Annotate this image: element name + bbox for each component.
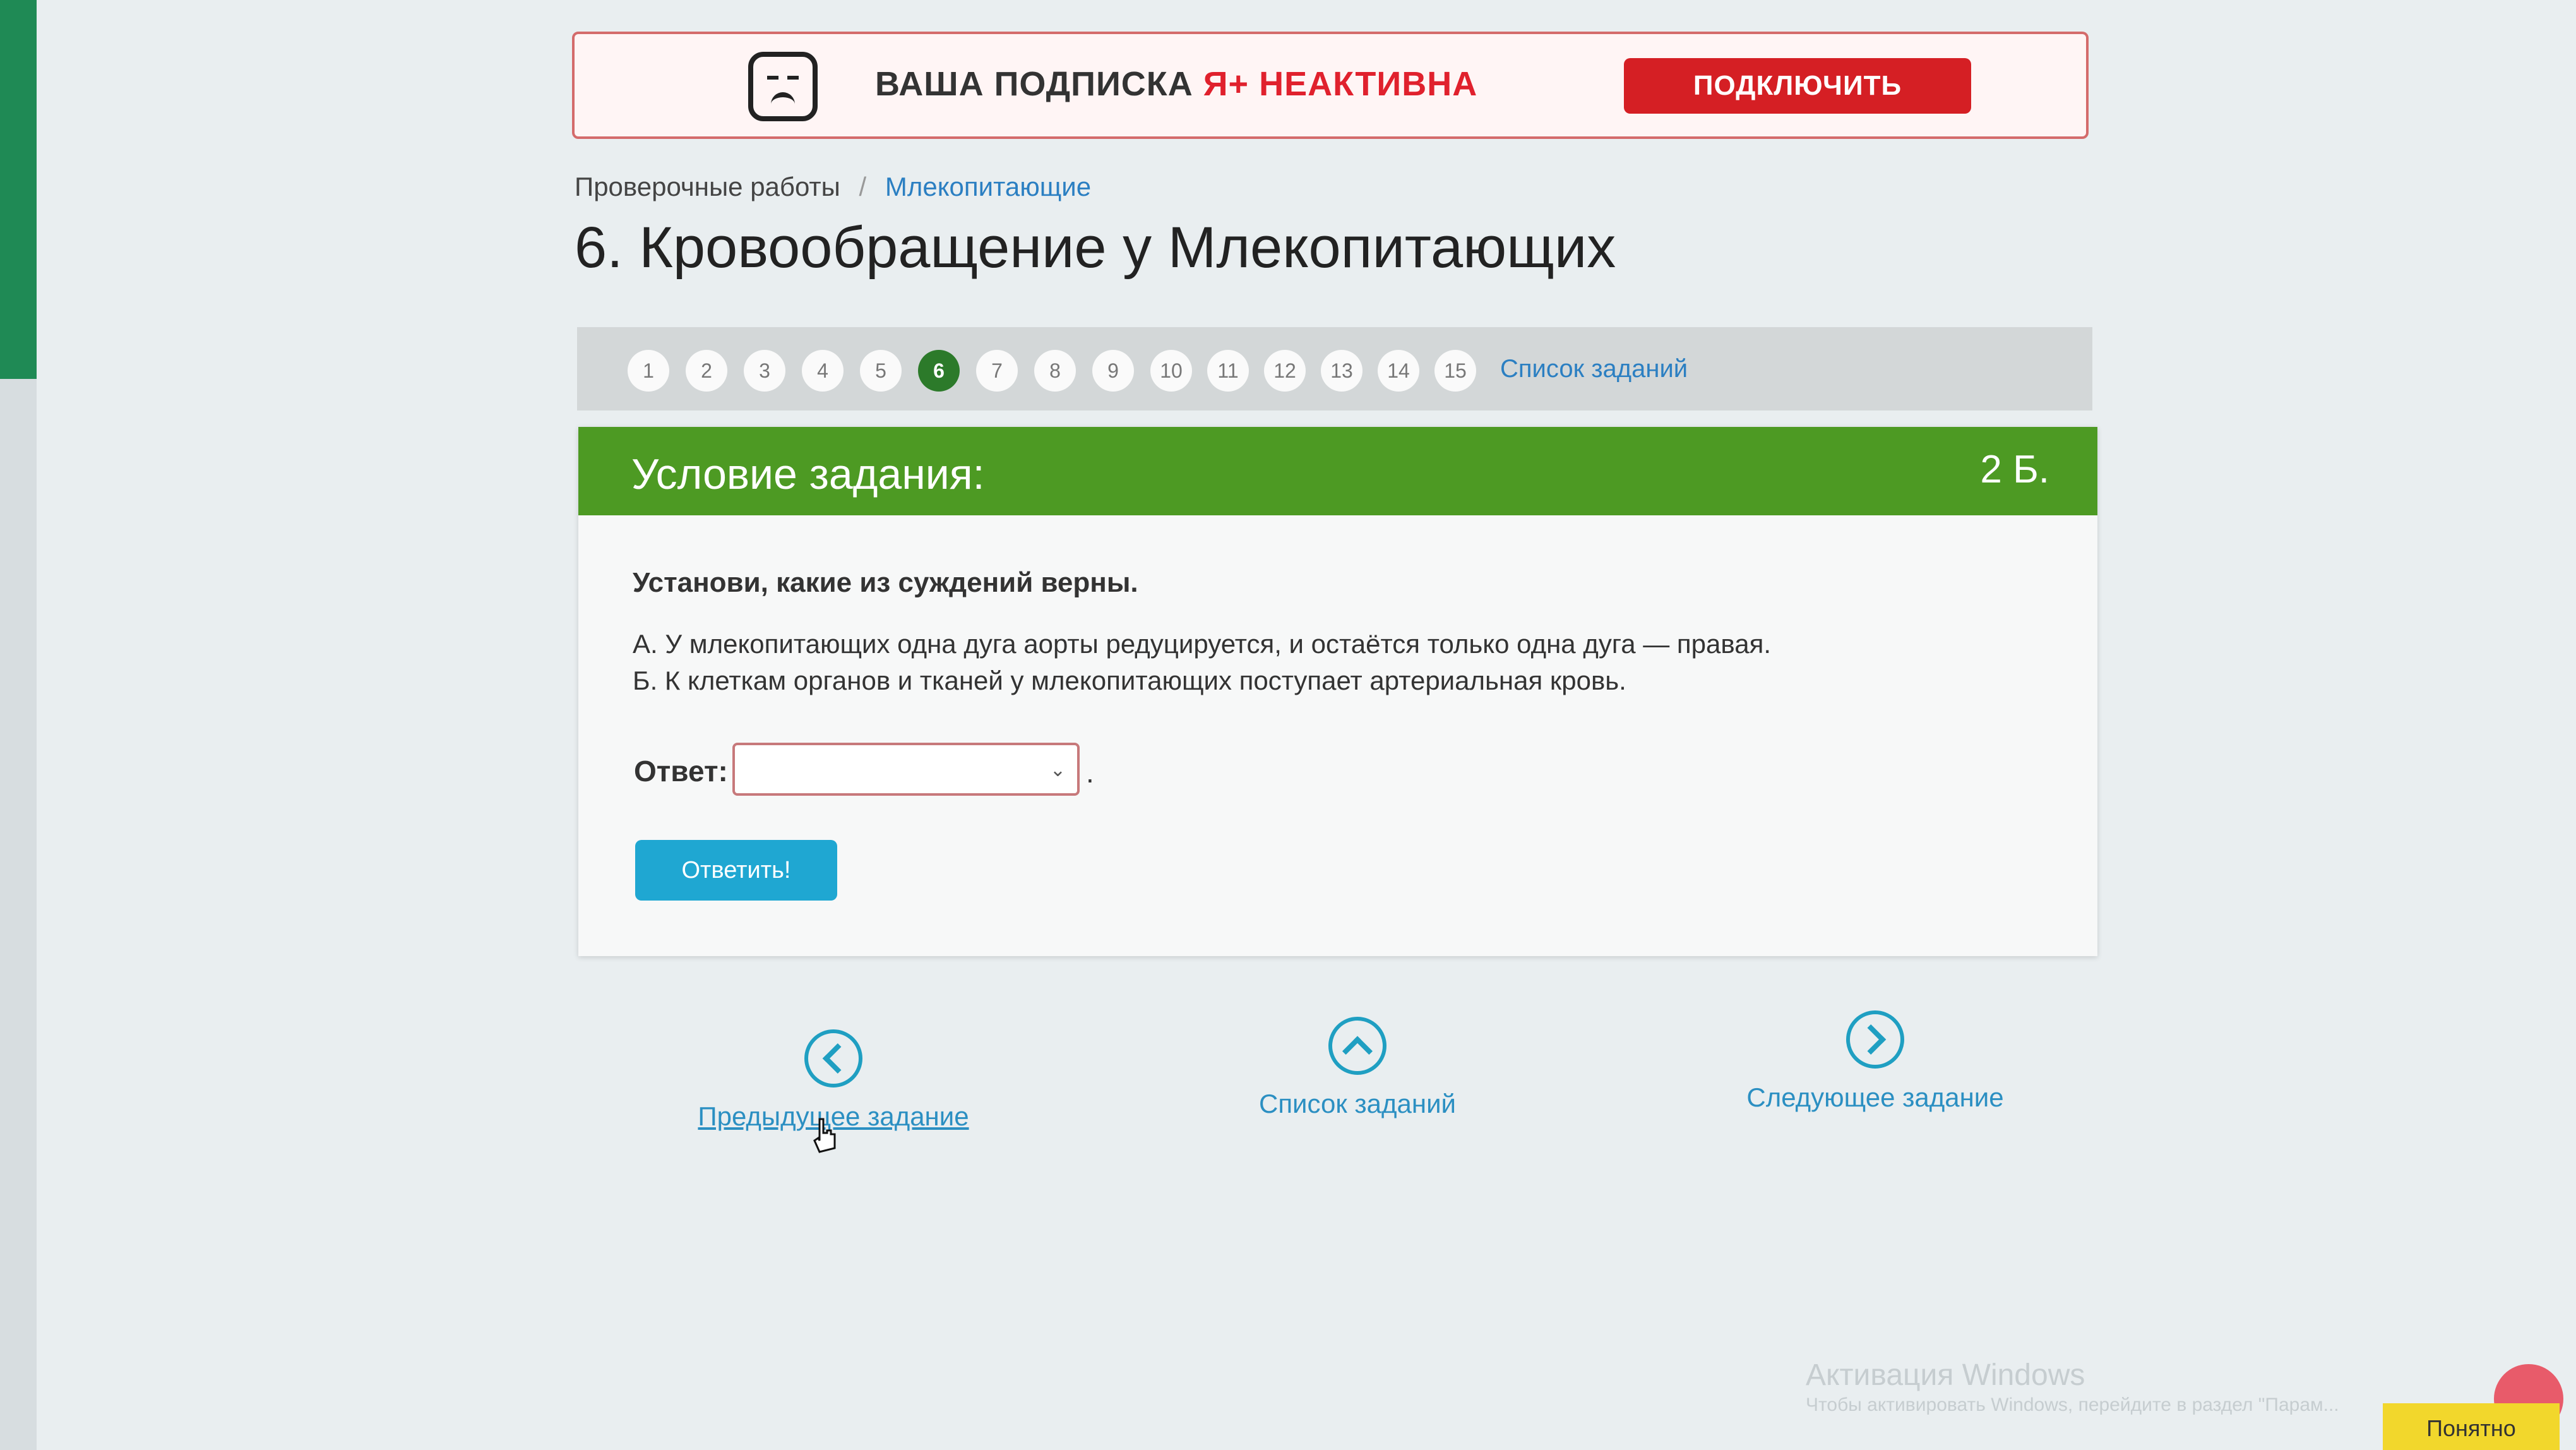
submit-answer-button[interactable]: Ответить! (635, 840, 837, 901)
task-number-13[interactable]: 13 (1321, 350, 1363, 392)
left-edge-bar (0, 0, 37, 379)
chevron-up-icon (1328, 1017, 1386, 1075)
task-number-2[interactable]: 2 (686, 350, 727, 392)
subscription-status-text: ВАША ПОДПИСКА Я+ НЕАКТИВНА (875, 64, 1477, 104)
task-number-12[interactable]: 12 (1264, 350, 1306, 392)
windows-activation-watermark: Активация Windows (1806, 1358, 2085, 1392)
task-number-9[interactable]: 9 (1092, 350, 1134, 392)
answer-suffix: . (1086, 756, 1094, 789)
breadcrumb-separator: / (859, 172, 867, 201)
chevron-down-icon: ⌄ (1049, 760, 1066, 781)
breadcrumb-item-mammals[interactable]: Млекопитающие (885, 172, 1091, 201)
task-number-bar: 1 2 3 4 5 6 7 8 9 10 11 12 13 14 15 Спис… (577, 327, 2092, 410)
task-number-14[interactable]: 14 (1378, 350, 1419, 392)
page-title: 6. Кровообращение у Млекопитающих (575, 215, 1616, 280)
task-number-10[interactable]: 10 (1150, 350, 1192, 392)
task-list-bottom-label: Список заданий (1258, 1089, 1456, 1118)
left-edge-panel (0, 379, 37, 1450)
task-points: 2 Б. (1980, 448, 2049, 491)
task-condition-title: Условие задания: (631, 450, 985, 498)
chevron-right-icon (1846, 1010, 1904, 1069)
breadcrumb-item-tests[interactable]: Проверочные работы (575, 172, 840, 201)
next-task-label: Следующее задание (1746, 1082, 2004, 1112)
task-number-8[interactable]: 8 (1034, 350, 1076, 392)
task-number-7[interactable]: 7 (976, 350, 1018, 392)
subscription-status-prefix: ВАША ПОДПИСКА (875, 65, 1203, 103)
breadcrumb: Проверочные работы / Млекопитающие (575, 172, 1091, 202)
task-number-6-active[interactable]: 6 (918, 350, 960, 392)
connect-button[interactable]: ПОДКЛЮЧИТЬ (1624, 58, 1971, 114)
task-header: Условие задания: 2 Б. (578, 427, 2097, 515)
sad-face-eye-right (787, 76, 799, 80)
answer-label: Ответ: (634, 755, 728, 788)
subscription-banner: ВАША ПОДПИСКА Я+ НЕАКТИВНА ПОДКЛЮЧИТЬ (572, 32, 2089, 139)
statement-b: Б. К клеткам органов и тканей у млекопит… (633, 666, 1626, 695)
task-number-11[interactable]: 11 (1207, 350, 1249, 392)
ok-button[interactable]: Понятно (2383, 1403, 2560, 1450)
task-number-15[interactable]: 15 (1434, 350, 1476, 392)
page: ВАША ПОДПИСКА Я+ НЕАКТИВНА ПОДКЛЮЧИТЬ Пр… (0, 0, 2576, 1450)
task-number-5[interactable]: 5 (860, 350, 902, 392)
task-number-4[interactable]: 4 (802, 350, 844, 392)
subscription-status-accent: Я+ НЕАКТИВНА (1203, 65, 1478, 103)
sad-face-eye-left (767, 76, 778, 80)
sad-face-icon (748, 52, 818, 121)
task-number-3[interactable]: 3 (744, 350, 785, 392)
next-task-link[interactable]: Следующее задание (1730, 1010, 2020, 1113)
task-instruction: Установи, какие из суждений верны. (633, 567, 1138, 598)
hand-cursor-icon (813, 1118, 836, 1153)
answer-select[interactable]: ⌄ (732, 743, 1080, 796)
windows-activation-subtitle: Чтобы активировать Windows, перейдите в … (1806, 1394, 2339, 1415)
task-list-link[interactable]: Список заданий (1500, 355, 1688, 383)
task-card: Условие задания: 2 Б. Установи, какие из… (578, 427, 2097, 956)
chevron-left-icon (804, 1029, 862, 1088)
task-list-bottom-link[interactable]: Список заданий (1225, 1017, 1490, 1119)
task-number-1[interactable]: 1 (628, 350, 669, 392)
statement-a: А. У млекопитающих одна дуга аорты редуц… (633, 629, 1771, 659)
sad-face-mouth (771, 92, 795, 111)
